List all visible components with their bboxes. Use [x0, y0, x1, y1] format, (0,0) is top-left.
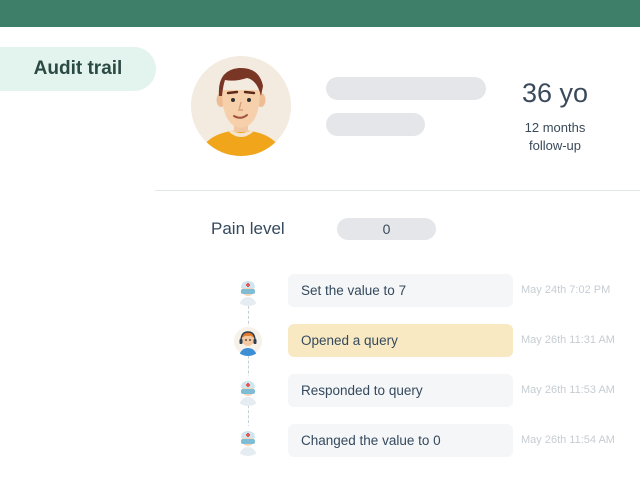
timeline-timestamp-3: May 26th 11:53 AM: [521, 384, 615, 396]
timeline-event-3[interactable]: Responded to query: [288, 374, 513, 407]
pain-level-value[interactable]: 0: [337, 218, 436, 240]
timeline-timestamp-1: May 24th 7:02 PM: [521, 284, 611, 296]
nurse-avatar-icon: [239, 431, 257, 456]
section-divider: [155, 190, 640, 191]
timeline-event-1[interactable]: Set the value to 7: [288, 274, 513, 307]
app-header-bar: [0, 0, 640, 27]
nurse-avatar-icon: [239, 381, 257, 406]
timeline-event-2[interactable]: Opened a query: [288, 324, 513, 357]
nav-item-audit-trail[interactable]: Audit trail: [0, 47, 156, 91]
followup-period: 12 months follow-up: [495, 119, 615, 155]
followup-duration: 12 months: [524, 120, 586, 135]
nurse-avatar-icon: [239, 281, 257, 306]
followup-label: follow-up: [528, 138, 582, 153]
timeline-timestamp-2: May 26th 11:31 AM: [521, 334, 615, 346]
timeline-avatar-2: [233, 326, 263, 356]
timeline-avatar-3: [233, 376, 263, 406]
patient-avatar: [191, 56, 291, 156]
patient-id-placeholder: [326, 113, 425, 136]
support-agent-avatar-icon: [234, 327, 262, 356]
patient-name-placeholder: [326, 77, 486, 100]
timeline-avatar-4: [233, 426, 263, 456]
timeline-timestamp-4: May 26th 11:54 AM: [521, 434, 615, 446]
timeline-avatar-1: [233, 276, 263, 306]
patient-age: 36 yo: [521, 78, 589, 108]
man-avatar-icon: [199, 67, 283, 156]
timeline-event-4[interactable]: Changed the value to 0: [288, 424, 513, 457]
field-label-pain-level: Pain level: [211, 219, 285, 238]
